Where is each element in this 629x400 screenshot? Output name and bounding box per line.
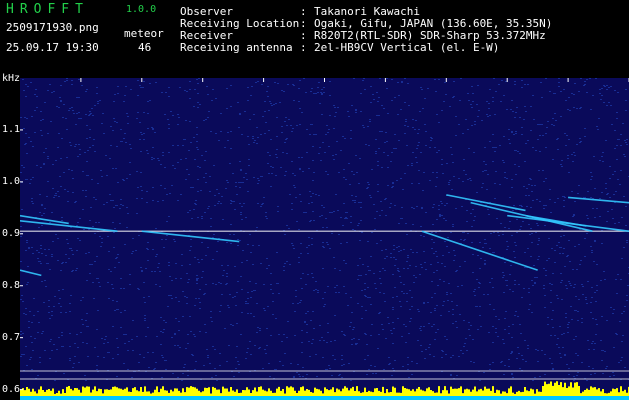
antenna-row: Receiving antenna:2el-HB9CV Vertical (el… [180,41,500,54]
file-name: 2509171930.png [6,21,99,34]
y-tick-label: 0.6 [2,383,21,395]
y-tick-label: 0.9 [2,227,21,239]
signal-level-base [20,396,629,400]
app-title: HROFFT [6,2,89,17]
meteor-label: meteor [124,27,164,40]
info-key: Receiving antenna [180,41,293,54]
timestamp: 25.09.17 19:30 [6,41,99,54]
meteor-count: 46 [138,41,152,54]
y-tick-label: 1.0 [2,175,21,187]
info-value: 2el-HB9CV Vertical (el. E-W) [314,41,500,54]
app-version: 1.0.0 [126,4,157,15]
y-tick-label: 0.8 [2,279,21,291]
y-tick-label: 1.1 [2,123,21,135]
spectrogram-plot [20,78,629,400]
y-tick-label: 0.7 [2,331,21,343]
y-axis-unit: kHz [2,73,21,84]
